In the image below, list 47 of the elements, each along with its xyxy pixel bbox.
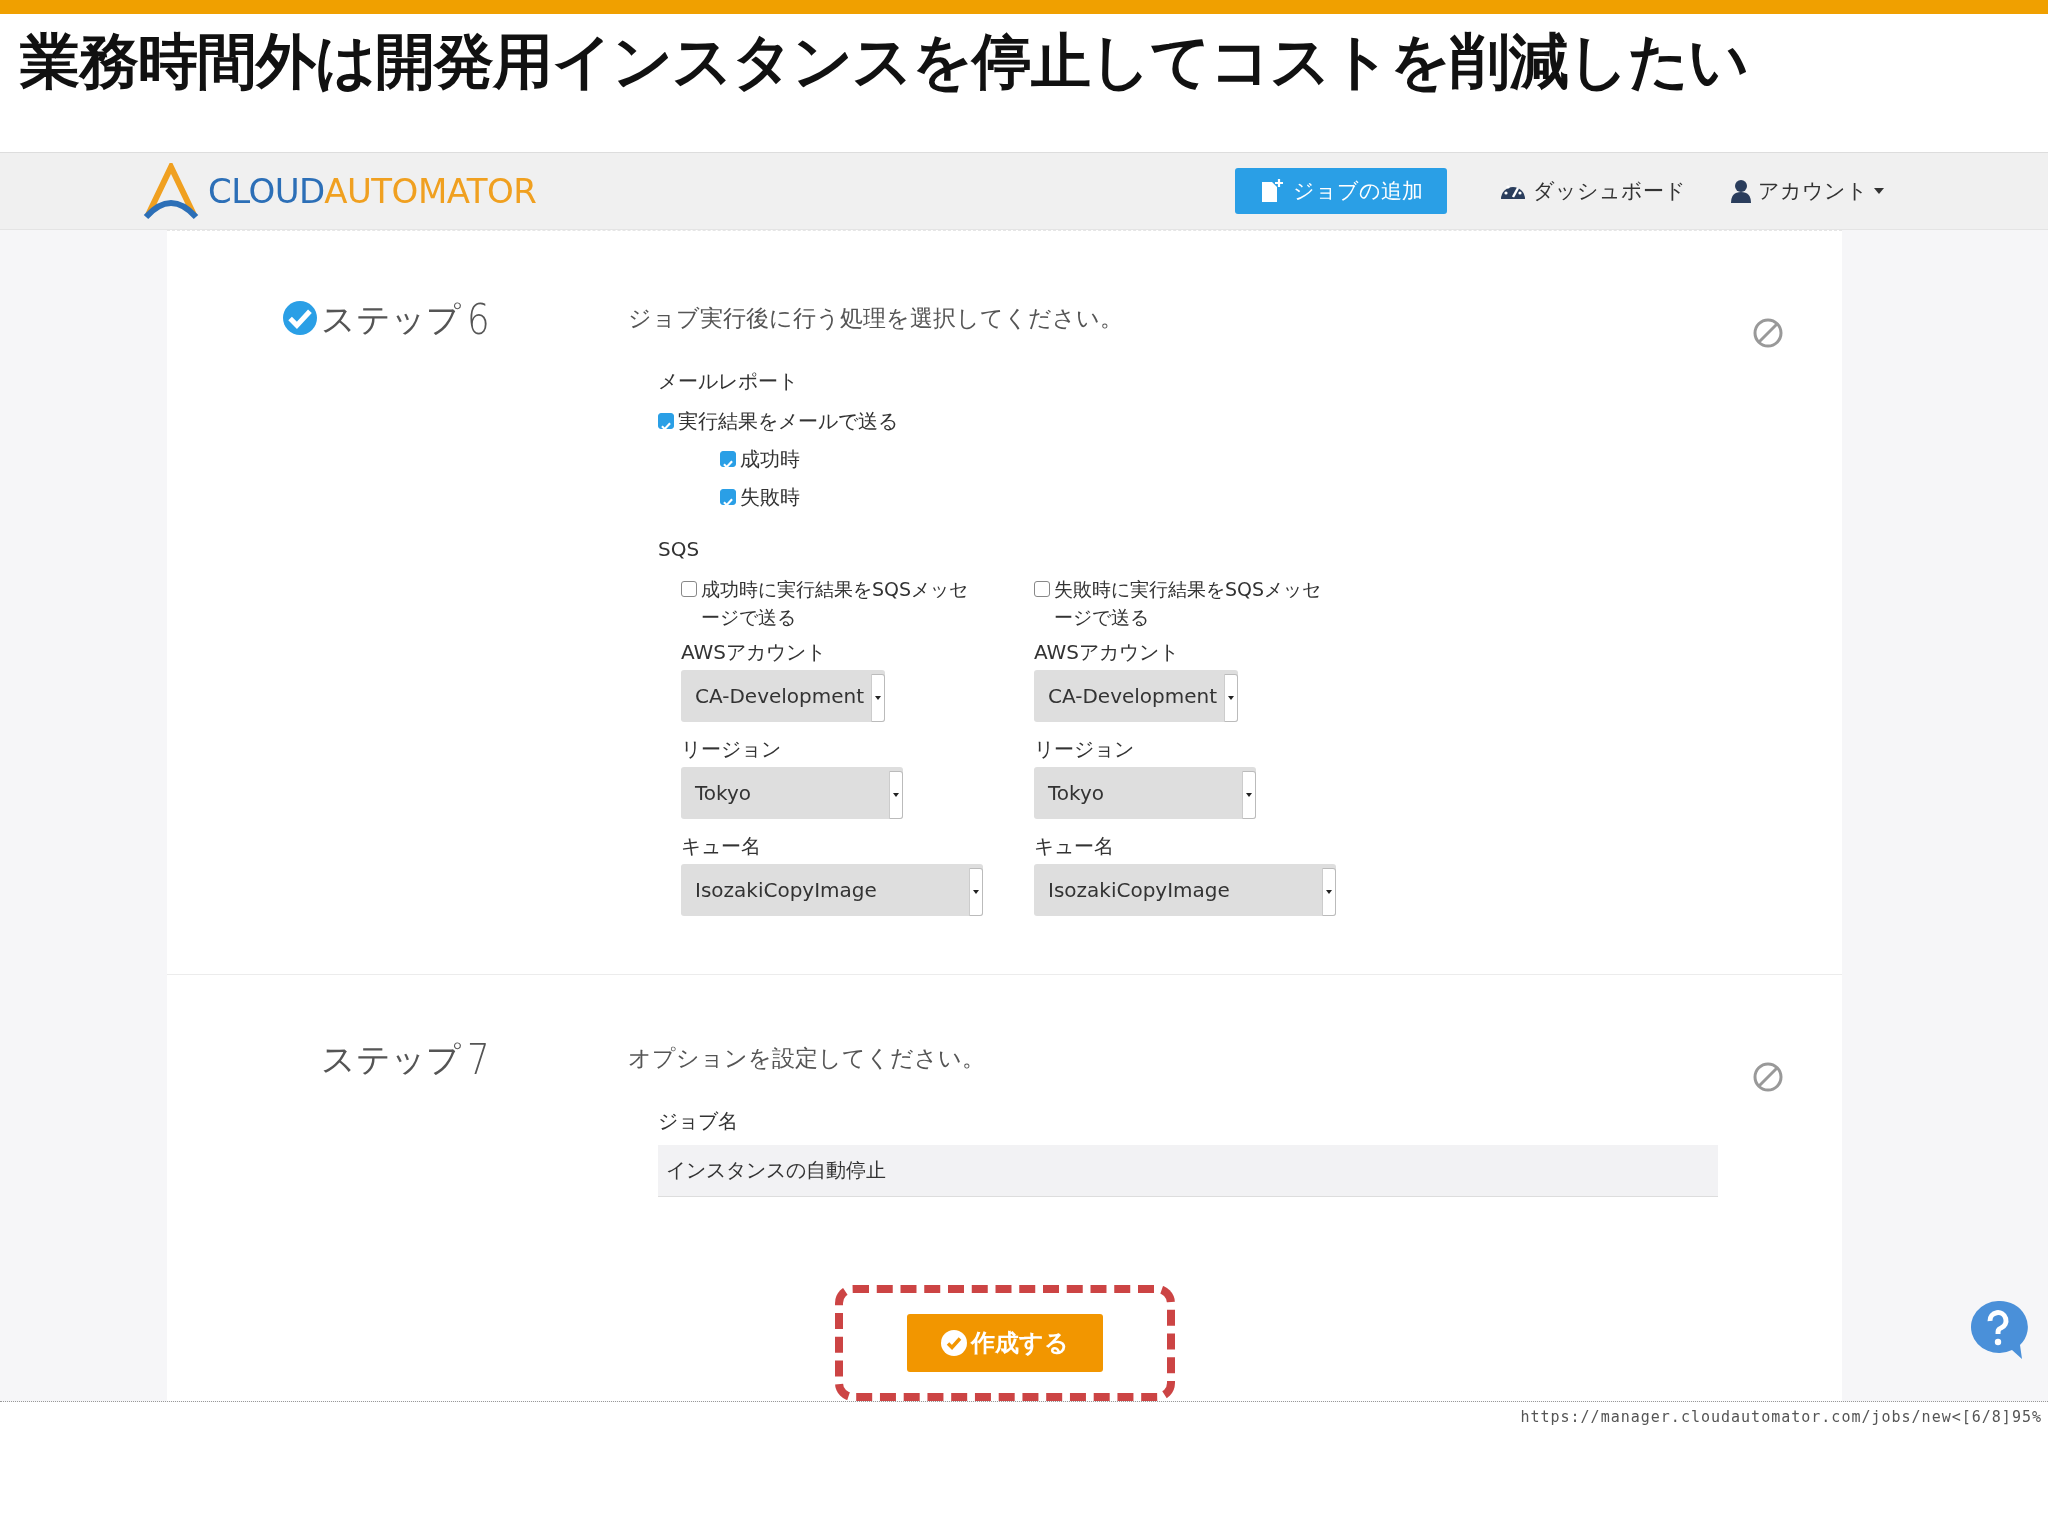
dropdown[interactable]: Tokyo	[681, 767, 903, 819]
slide-title: 業務時間外は開発用インスタンスを停止してコストを削減したい	[19, 25, 1749, 98]
caret-icon	[893, 793, 899, 797]
checkbox-label: 失敗時	[740, 483, 800, 511]
caret-icon	[1326, 890, 1332, 894]
field-label: リージョン	[1034, 736, 1135, 763]
section-label: メールレポート	[658, 368, 799, 395]
caret-icon	[875, 696, 881, 700]
step-description: ジョブ実行後に行う処理を選択してください。	[628, 304, 1123, 333]
check-circle-icon	[940, 1330, 967, 1356]
field-label: ジョブ名	[658, 1108, 739, 1135]
checkbox[interactable]	[720, 489, 736, 505]
user-icon	[1730, 179, 1752, 203]
help-icon[interactable]	[1968, 1299, 2028, 1361]
checkbox[interactable]	[681, 581, 697, 597]
field-label: AWSアカウント	[1034, 639, 1181, 666]
caret-icon	[1228, 696, 1234, 700]
status-url: https://manager.cloudautomator.com/jobs/new<[6/8]95%	[1519, 1407, 2043, 1426]
dropdown[interactable]: IsozakiCopyImage	[681, 864, 983, 916]
field-label: リージョン	[681, 736, 782, 763]
account-link[interactable]: アカウント	[1730, 177, 1884, 205]
dashboard-link[interactable]: ダッシュボード	[1499, 177, 1686, 205]
field-label: キュー名	[1034, 833, 1115, 860]
checkbox[interactable]	[720, 451, 736, 467]
step-description: オプションを設定してください。	[628, 1044, 985, 1073]
job-name-field[interactable]: インスタンスの自動停止	[658, 1145, 1718, 1197]
field-label: キュー名	[681, 833, 762, 860]
dropdown[interactable]: Tokyo	[1034, 767, 1256, 819]
dropdown[interactable]: CA-Development	[681, 670, 885, 722]
dropdown[interactable]: CA-Development	[1034, 670, 1238, 722]
caret-icon	[1246, 793, 1252, 797]
checkbox-label: 失敗時に実行結果をSQSメッセージで送る	[1054, 577, 1323, 630]
checkbox-label: 実行結果をメールで送る	[678, 407, 898, 435]
checkbox[interactable]	[658, 413, 674, 429]
dropdown[interactable]: IsozakiCopyImage	[1034, 864, 1336, 916]
step-title: ステップ 7	[321, 1037, 491, 1083]
checkbox[interactable]	[1034, 581, 1050, 597]
caret-icon	[973, 890, 979, 894]
field-label: AWSアカウント	[681, 639, 828, 666]
logo-icon	[142, 163, 200, 219]
logo-text: CLOUDAUTOMATOR	[208, 171, 537, 211]
caret-icon	[1874, 188, 1884, 194]
document-plus-icon	[1259, 178, 1285, 204]
section-label: SQS	[658, 537, 701, 561]
checkbox-label: 成功時に実行結果をSQSメッセージで送る	[701, 577, 970, 630]
step-title: ステップ 6	[321, 297, 491, 343]
checkbox-label: 成功時	[740, 445, 800, 473]
